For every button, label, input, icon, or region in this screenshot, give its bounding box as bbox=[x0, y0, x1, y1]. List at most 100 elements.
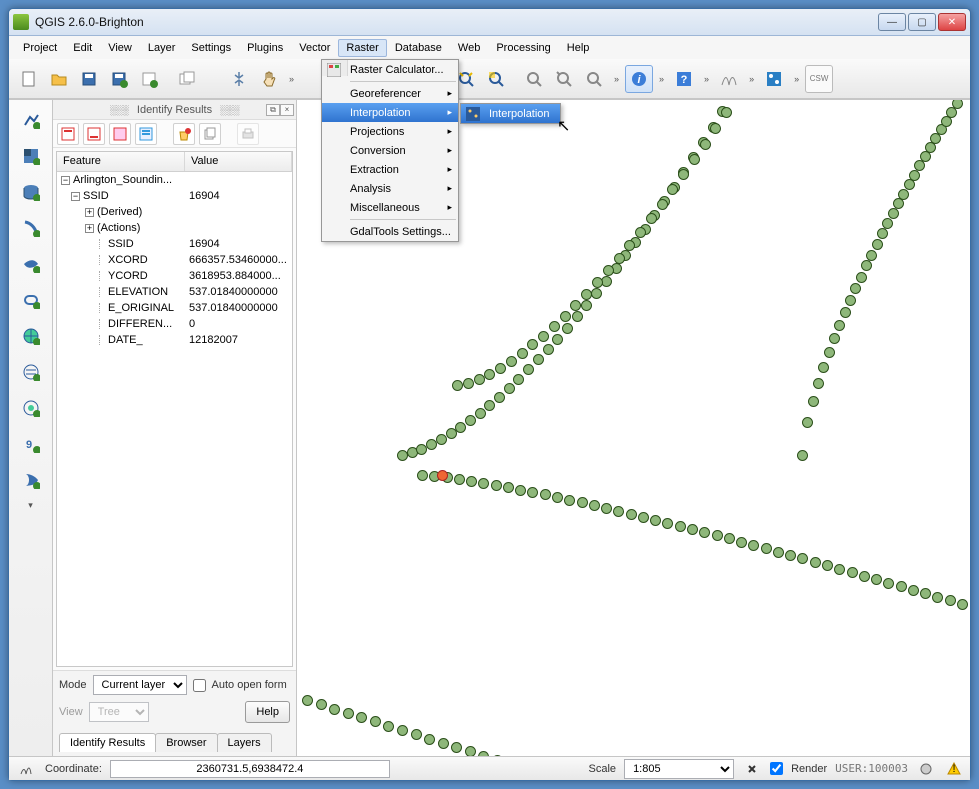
hand-button[interactable] bbox=[255, 65, 283, 93]
menu-plugins[interactable]: Plugins bbox=[239, 39, 291, 57]
crs-button[interactable] bbox=[916, 760, 936, 778]
help-button[interactable]: Help bbox=[245, 701, 290, 723]
panel-tab[interactable]: Layers bbox=[217, 733, 272, 752]
tree-row[interactable]: ELEVATION537.01840000000 bbox=[57, 284, 292, 300]
toolbar-overflow-2[interactable]: » bbox=[614, 74, 619, 84]
col-value[interactable]: Value bbox=[185, 152, 292, 171]
collapse-all-button[interactable] bbox=[83, 123, 105, 145]
open-project-button[interactable] bbox=[45, 65, 73, 93]
tree-row[interactable]: E_ORIGINAL537.01840000000 bbox=[57, 300, 292, 316]
raster-menu-item[interactable]: Miscellaneous▸ bbox=[322, 198, 458, 217]
minimize-button[interactable]: — bbox=[878, 13, 906, 31]
menu-edit[interactable]: Edit bbox=[65, 39, 100, 57]
zoom-selection-button[interactable] bbox=[482, 65, 510, 93]
scale-select[interactable]: 1:805 bbox=[624, 759, 734, 779]
add-postgis-layer-button[interactable] bbox=[15, 176, 47, 208]
col-feature[interactable]: Feature bbox=[57, 152, 185, 171]
add-mssql-layer-button[interactable] bbox=[15, 248, 47, 280]
render-checkbox[interactable] bbox=[770, 762, 783, 775]
close-button[interactable]: ✕ bbox=[938, 13, 966, 31]
panel-tab[interactable]: Identify Results bbox=[59, 733, 156, 752]
tree-row[interactable]: XCORD666357.53460000... bbox=[57, 252, 292, 268]
panel-close-button[interactable]: × bbox=[280, 104, 294, 116]
menu-processing[interactable]: Processing bbox=[488, 39, 558, 57]
raster-menu-item[interactable]: Raster Calculator... bbox=[322, 60, 458, 79]
help-button[interactable]: ? bbox=[670, 65, 698, 93]
titlebar: QGIS 2.6.0-Brighton — ▢ ✕ bbox=[9, 9, 970, 36]
menu-database[interactable]: Database bbox=[387, 39, 450, 57]
point bbox=[466, 476, 477, 487]
interpolation-submenu-item[interactable]: Interpolation bbox=[461, 104, 560, 123]
toggle-extents-button[interactable] bbox=[15, 759, 37, 779]
composer-manager-button[interactable] bbox=[173, 65, 201, 93]
identify-button[interactable]: i bbox=[625, 65, 653, 93]
interpolation-submenu: Interpolation bbox=[460, 103, 561, 124]
form-view-button[interactable] bbox=[135, 123, 157, 145]
add-oracle-layer-button[interactable] bbox=[15, 284, 47, 316]
csw-button[interactable]: CSW bbox=[805, 65, 833, 93]
menu-help[interactable]: Help bbox=[559, 39, 598, 57]
panel-tabs: Identify ResultsBrowserLayers bbox=[59, 733, 290, 752]
histogram-button[interactable] bbox=[715, 65, 743, 93]
raster-menu-item[interactable]: Conversion▸ bbox=[322, 141, 458, 160]
new-project-button[interactable] bbox=[15, 65, 43, 93]
maximize-button[interactable]: ▢ bbox=[908, 13, 936, 31]
toolbar-overflow-3[interactable]: » bbox=[659, 74, 664, 84]
toolbar-overflow-5[interactable]: » bbox=[749, 74, 754, 84]
new-shapefile-button[interactable] bbox=[15, 464, 47, 496]
tree-row[interactable]: YCORD3618953.884000... bbox=[57, 268, 292, 284]
plugin-button[interactable] bbox=[760, 65, 788, 93]
mode-select[interactable]: Current layer bbox=[93, 675, 187, 695]
tree-row[interactable]: −SSID16904 bbox=[57, 188, 292, 204]
coord-input[interactable] bbox=[110, 760, 390, 778]
stop-render-button[interactable] bbox=[742, 760, 762, 778]
add-raster-layer-button[interactable] bbox=[15, 140, 47, 172]
add-vector-layer-button[interactable] bbox=[15, 104, 47, 136]
zoom-out-button[interactable] bbox=[550, 65, 578, 93]
pan-button[interactable] bbox=[225, 65, 253, 93]
tree-row[interactable]: DIFFEREN...0 bbox=[57, 316, 292, 332]
raster-menu-item[interactable]: Analysis▸ bbox=[322, 179, 458, 198]
tree-row[interactable]: DATE_12182007 bbox=[57, 332, 292, 348]
toolbar-overflow-1[interactable]: » bbox=[289, 74, 294, 84]
clear-results-button[interactable] bbox=[173, 123, 195, 145]
menu-raster[interactable]: Raster bbox=[338, 39, 386, 57]
panel-undock-button[interactable]: ⧉ bbox=[266, 104, 280, 116]
add-wfs-layer-button[interactable] bbox=[15, 392, 47, 424]
raster-menu-item[interactable]: Projections▸ bbox=[322, 122, 458, 141]
point bbox=[589, 500, 600, 511]
toolbar-overflow-4[interactable]: » bbox=[704, 74, 709, 84]
zoom-in-button[interactable] bbox=[520, 65, 548, 93]
point bbox=[552, 492, 563, 503]
raster-menu-item[interactable]: Georeferencer▸ bbox=[322, 84, 458, 103]
print-button[interactable] bbox=[237, 123, 259, 145]
expand-new-button[interactable] bbox=[109, 123, 131, 145]
menu-web[interactable]: Web bbox=[450, 39, 488, 57]
raster-menu-item[interactable]: Extraction▸ bbox=[322, 160, 458, 179]
tree-row[interactable]: SSID16904 bbox=[57, 236, 292, 252]
new-composer-button[interactable] bbox=[135, 65, 163, 93]
tree-row[interactable]: +(Actions) bbox=[57, 220, 292, 236]
save-project-button[interactable] bbox=[75, 65, 103, 93]
add-wcs-layer-button[interactable] bbox=[15, 356, 47, 388]
add-delimited-text-button[interactable]: 9 bbox=[15, 428, 47, 460]
add-spatialite-layer-button[interactable] bbox=[15, 212, 47, 244]
menu-project[interactable]: Project bbox=[15, 39, 65, 57]
raster-menu-item[interactable]: GdalTools Settings... bbox=[322, 222, 458, 241]
add-wms-layer-button[interactable] bbox=[15, 320, 47, 352]
save-as-button[interactable] bbox=[105, 65, 133, 93]
expand-all-button[interactable] bbox=[57, 123, 79, 145]
menu-layer[interactable]: Layer bbox=[140, 39, 184, 57]
menu-view[interactable]: View bbox=[100, 39, 140, 57]
raster-menu-item[interactable]: Interpolation▸ bbox=[322, 103, 458, 122]
menu-settings[interactable]: Settings bbox=[183, 39, 239, 57]
panel-tab[interactable]: Browser bbox=[155, 733, 217, 752]
zoom-last-button[interactable] bbox=[580, 65, 608, 93]
identify-tree[interactable]: Feature Value −Arlington_Soundin...−SSID… bbox=[56, 151, 293, 667]
toolbar-overflow-6[interactable]: » bbox=[794, 74, 799, 84]
copy-button[interactable] bbox=[199, 123, 221, 145]
tree-row[interactable]: +(Derived) bbox=[57, 204, 292, 220]
messages-button[interactable]: ! bbox=[944, 760, 964, 778]
menu-vector[interactable]: Vector bbox=[291, 39, 338, 57]
auto-open-checkbox[interactable] bbox=[193, 679, 206, 692]
